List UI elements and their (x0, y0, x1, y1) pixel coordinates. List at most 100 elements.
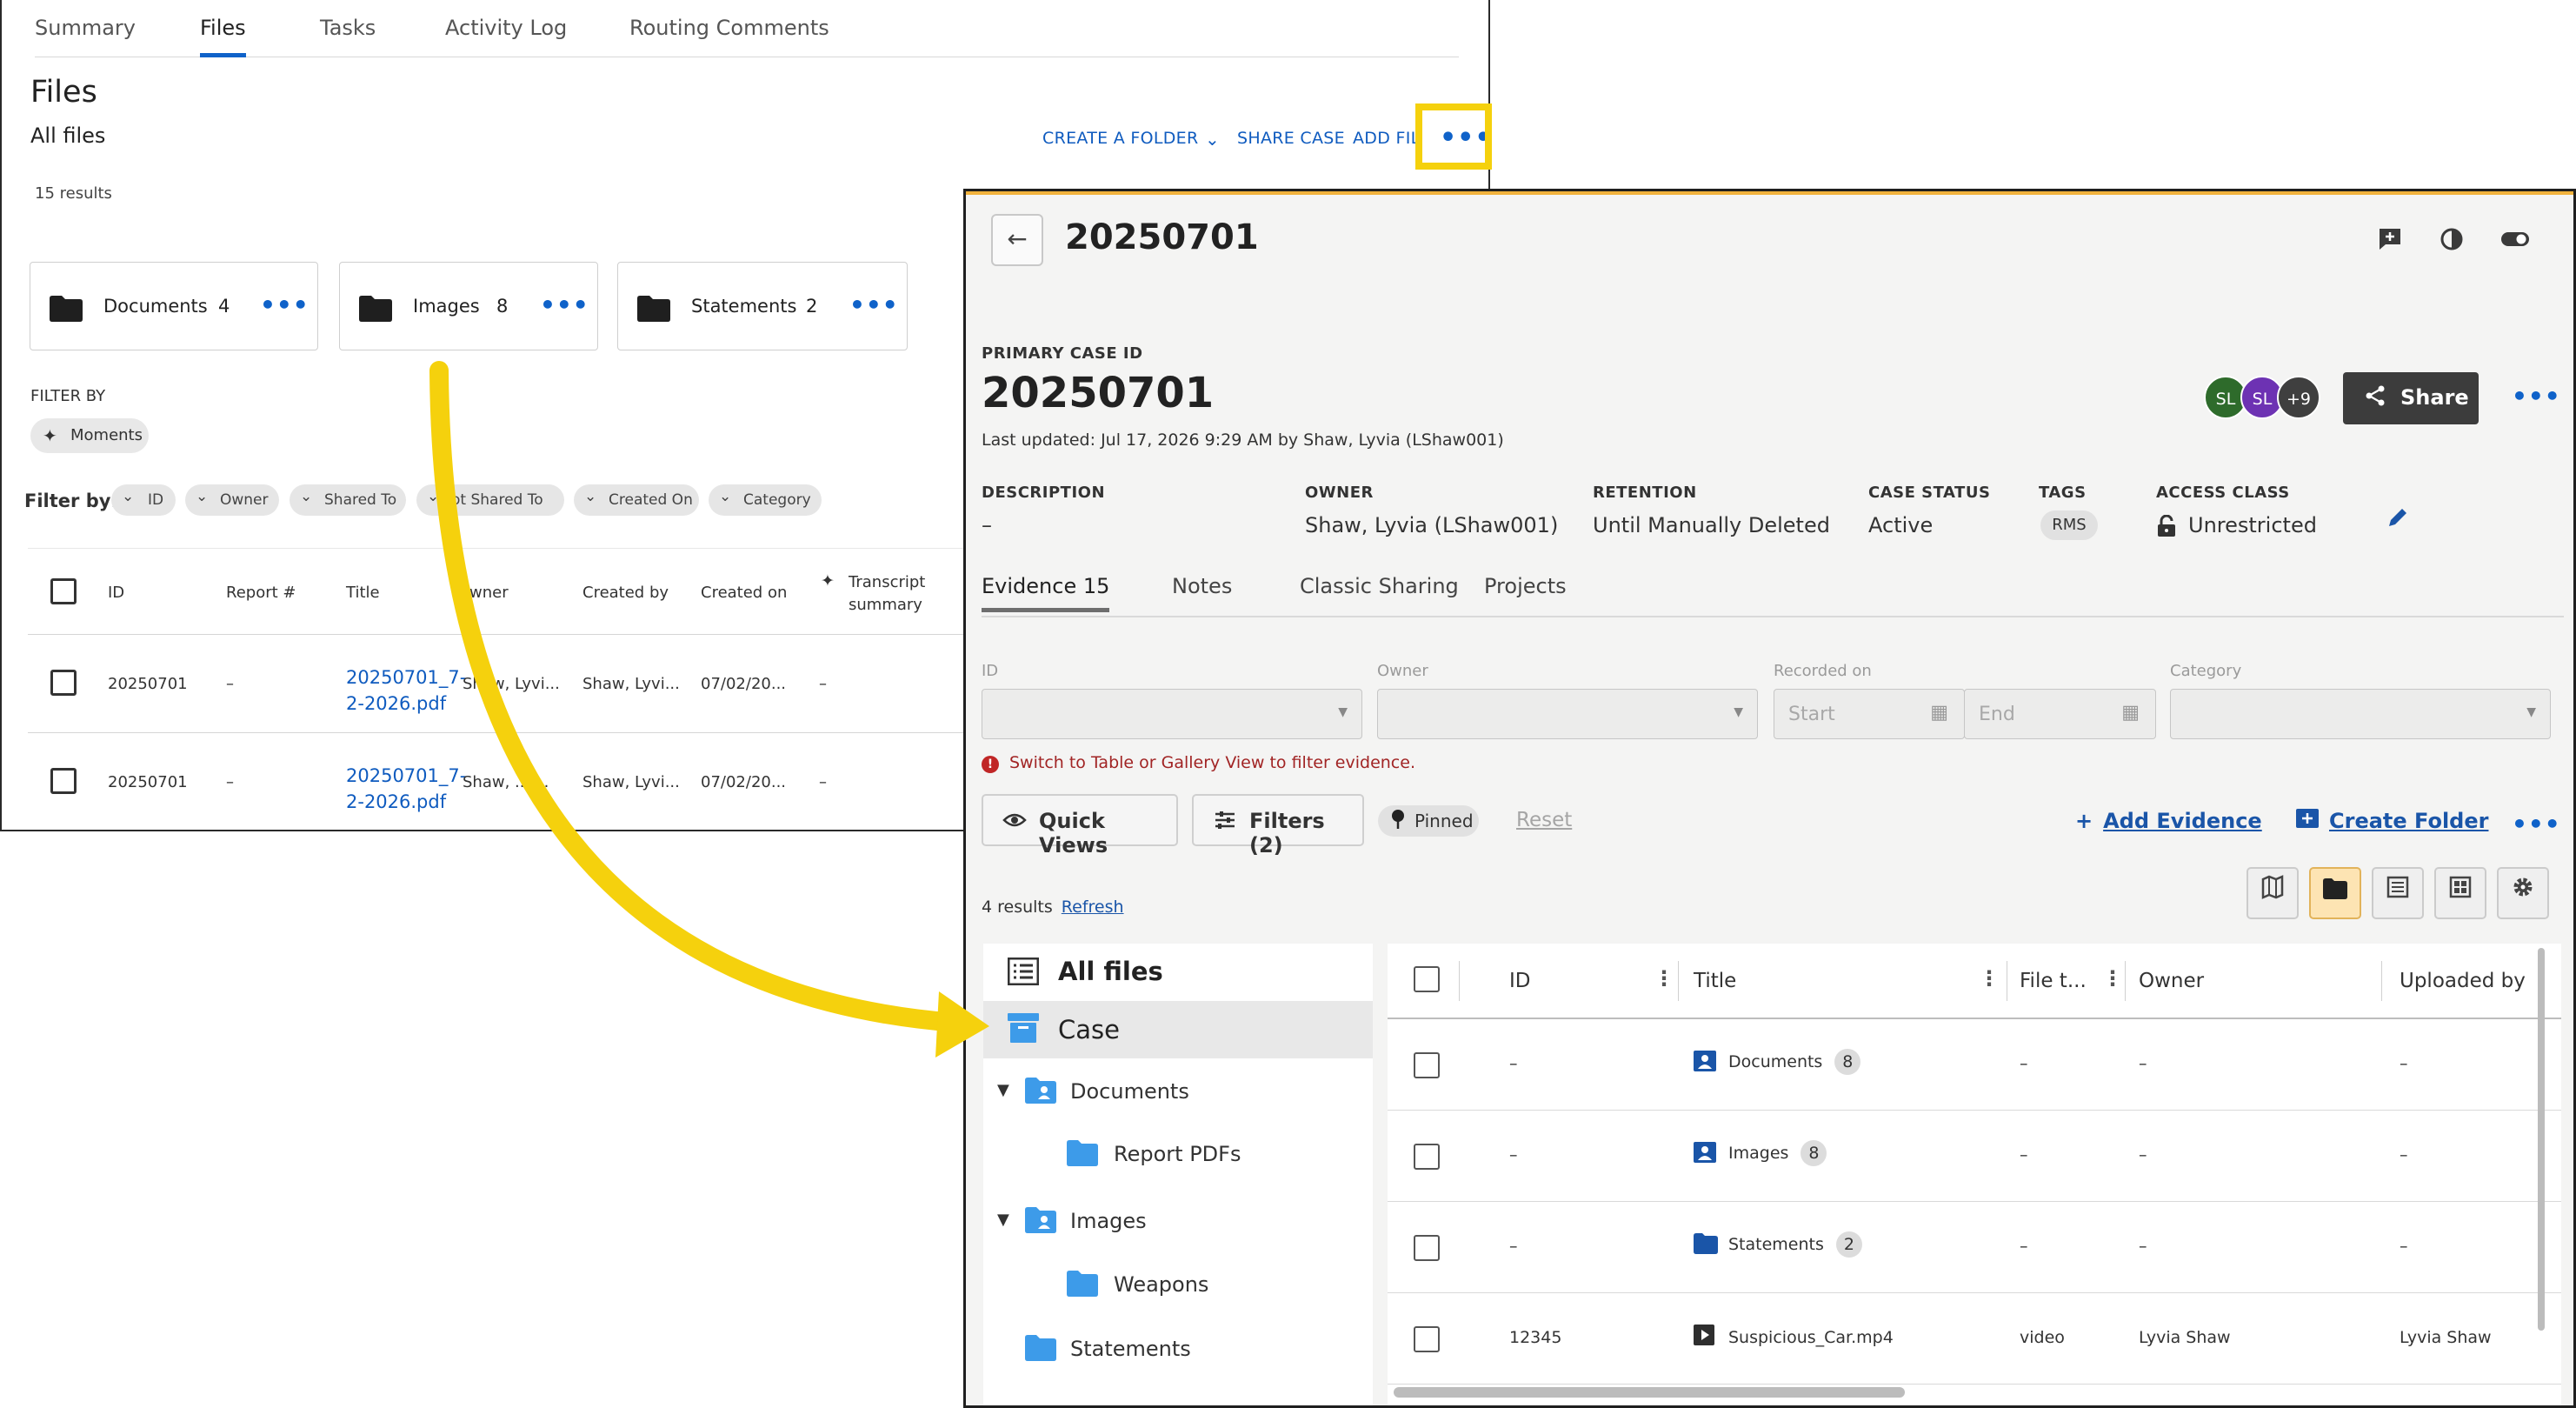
end-date-input[interactable]: End ▦ (1964, 689, 2156, 739)
gallery-view-icon[interactable] (2434, 867, 2486, 919)
folder-card-images[interactable]: Images 8 ••• (339, 262, 598, 350)
tab-evidence[interactable]: Evidence 15 (982, 574, 1110, 612)
folder-more-icon[interactable]: ••• (849, 290, 899, 319)
folder-card-documents[interactable]: Documents 4 ••• (30, 262, 318, 350)
create-folder-link[interactable]: CREATE A FOLDER (1042, 129, 1199, 148)
row-title[interactable]: Statements 2 (1728, 1231, 1862, 1258)
start-date-input[interactable]: Start ▦ (1774, 689, 1965, 739)
tree-item-documents[interactable]: ▼ Documents (983, 1065, 1373, 1123)
horizontal-scrollbar[interactable] (1394, 1387, 1905, 1398)
id-filter-select[interactable]: ▼ (982, 689, 1362, 739)
category-filter-select[interactable]: ▼ (2170, 689, 2551, 739)
filter-chip-shared-to[interactable]: ⌄ Shared To (290, 484, 406, 516)
more-options-icon[interactable]: ••• (2512, 812, 2561, 837)
share-case-link[interactable]: SHARE CASE (1237, 129, 1345, 148)
moments-chip[interactable]: ✦ Moments (30, 418, 149, 453)
table-row[interactable]: – Statements 2 – – – (1388, 1202, 2561, 1293)
table-row[interactable]: – Documents 8 – – – (1388, 1019, 2561, 1111)
col-owner[interactable]: Owner (2139, 970, 2204, 992)
back-arrow-icon[interactable]: ← (991, 214, 1043, 266)
tab-files[interactable]: Files (200, 16, 246, 57)
table-row[interactable]: – Images 8 – – – (1388, 1111, 2561, 1202)
tree-label: All files (1058, 957, 1163, 986)
owner-filter-select[interactable]: ▼ (1377, 689, 1758, 739)
list-view-icon[interactable] (2372, 867, 2424, 919)
tab-activity-log[interactable]: Activity Log (445, 16, 567, 40)
settings-gear-icon[interactable] (2497, 867, 2549, 919)
filters-button[interactable]: Filters (2) (1192, 794, 1364, 857)
add-file-link[interactable]: ADD FIL (1353, 129, 1421, 148)
tree-item-all-files[interactable]: All files (983, 944, 1373, 1001)
avatar-overflow[interactable]: +9 (2277, 376, 2320, 419)
filter-chip-owner[interactable]: ⌄ Owner (185, 484, 279, 516)
row-title-link[interactable]: 20250701_7-2-2026.pdf (346, 763, 476, 815)
filter-chip-not-shared-to[interactable]: ⌄ ot Shared To (416, 484, 564, 516)
row-title[interactable]: Images 8 (1728, 1140, 1827, 1166)
tree-item-images[interactable]: ▼ Images (983, 1195, 1373, 1252)
col-created-on[interactable]: Created on (701, 584, 787, 602)
map-view-icon[interactable] (2247, 867, 2299, 919)
col-report[interactable]: Report # (226, 584, 296, 602)
filter-chip-id[interactable]: ⌄ ID (111, 484, 176, 516)
row-checkbox[interactable] (50, 670, 77, 696)
tab-tasks[interactable]: Tasks (320, 16, 376, 40)
filter-chip-category[interactable]: ⌄ Category (709, 484, 822, 516)
folder-card-statements[interactable]: Statements 2 ••• (617, 262, 908, 350)
folder-more-icon[interactable]: ••• (540, 290, 589, 319)
column-menu-icon[interactable]: ⋮ (1979, 966, 2000, 991)
col-title[interactable]: Title (346, 584, 380, 602)
col-title[interactable]: Title (1694, 970, 1736, 992)
col-created-by[interactable]: Created by (582, 584, 669, 602)
contrast-icon[interactable] (2439, 226, 2465, 258)
column-menu-icon[interactable]: ⋮ (2102, 966, 2123, 991)
reset-link[interactable]: Reset (1516, 809, 1572, 831)
row-title[interactable]: Documents 8 (1728, 1049, 1861, 1075)
col-id[interactable]: ID (1509, 970, 1531, 992)
row-title[interactable]: Suspicious_Car.mp4 (1728, 1328, 1894, 1347)
tree-item-statements[interactable]: Statements (983, 1323, 1373, 1380)
row-checkbox[interactable] (50, 768, 77, 794)
select-all-checkbox[interactable] (1414, 966, 1440, 992)
row-title-link[interactable]: 20250701_7-2-2026.pdf (346, 664, 476, 717)
column-menu-icon[interactable]: ⋮ (1654, 966, 1674, 991)
tree-item-weapons[interactable]: Weapons (983, 1258, 1373, 1316)
refresh-link[interactable]: Refresh (1062, 898, 1124, 917)
tree-item-report-pdfs[interactable]: Report PDFs (983, 1128, 1373, 1185)
tab-summary[interactable]: Summary (35, 16, 136, 40)
tab-projects[interactable]: Projects (1484, 574, 1567, 598)
col-owner[interactable]: wner (469, 584, 509, 602)
edit-pencil-icon[interactable] (2385, 504, 2411, 536)
tab-classic-sharing[interactable]: Classic Sharing (1300, 574, 1459, 598)
col-transcript-summary[interactable]: Transcript summary (849, 571, 953, 617)
more-options-icon[interactable]: ••• (2512, 384, 2561, 409)
add-comment-icon[interactable] (2377, 226, 2403, 258)
caret-down-icon[interactable]: ▼ (997, 1081, 1009, 1099)
share-button[interactable]: Share (2343, 372, 2479, 424)
row-checkbox[interactable] (1414, 1326, 1440, 1352)
row-report: – (226, 773, 234, 791)
row-checkbox[interactable] (1414, 1052, 1440, 1078)
row-checkbox[interactable] (1414, 1144, 1440, 1170)
tab-routing-comments[interactable]: Routing Comments (629, 16, 829, 40)
row-title-text: Documents (1728, 1052, 1823, 1071)
row-checkbox[interactable] (1414, 1235, 1440, 1261)
table-row[interactable]: 12345 Suspicious_Car.mp4 video Lyvia Sha… (1388, 1293, 2561, 1385)
toggle-icon[interactable] (2499, 226, 2531, 258)
folder-more-icon[interactable]: ••• (260, 290, 310, 319)
tree-item-case[interactable]: Case (983, 1001, 1373, 1058)
caret-down-icon[interactable]: ▼ (997, 1211, 1009, 1229)
chip-label: Owner (220, 491, 269, 509)
select-all-checkbox[interactable] (50, 578, 77, 604)
chevron-down-icon[interactable]: ⌄ (1205, 129, 1220, 150)
add-evidence-link[interactable]: + Add Evidence (2075, 809, 2262, 833)
col-uploaded-by[interactable]: Uploaded by (2400, 970, 2526, 992)
vertical-scrollbar[interactable] (2538, 948, 2545, 1331)
col-id[interactable]: ID (108, 584, 124, 602)
col-file-type[interactable]: File t... (2020, 970, 2087, 992)
pinned-chip[interactable]: Pinned (1378, 805, 1479, 837)
create-folder-link[interactable]: Create Folder (2296, 809, 2488, 833)
folder-view-icon[interactable] (2309, 867, 2361, 919)
quick-views-button[interactable]: Quick Views (982, 794, 1178, 857)
tab-notes[interactable]: Notes (1172, 574, 1232, 598)
filter-chip-created-on[interactable]: ⌄ Created On (574, 484, 699, 516)
